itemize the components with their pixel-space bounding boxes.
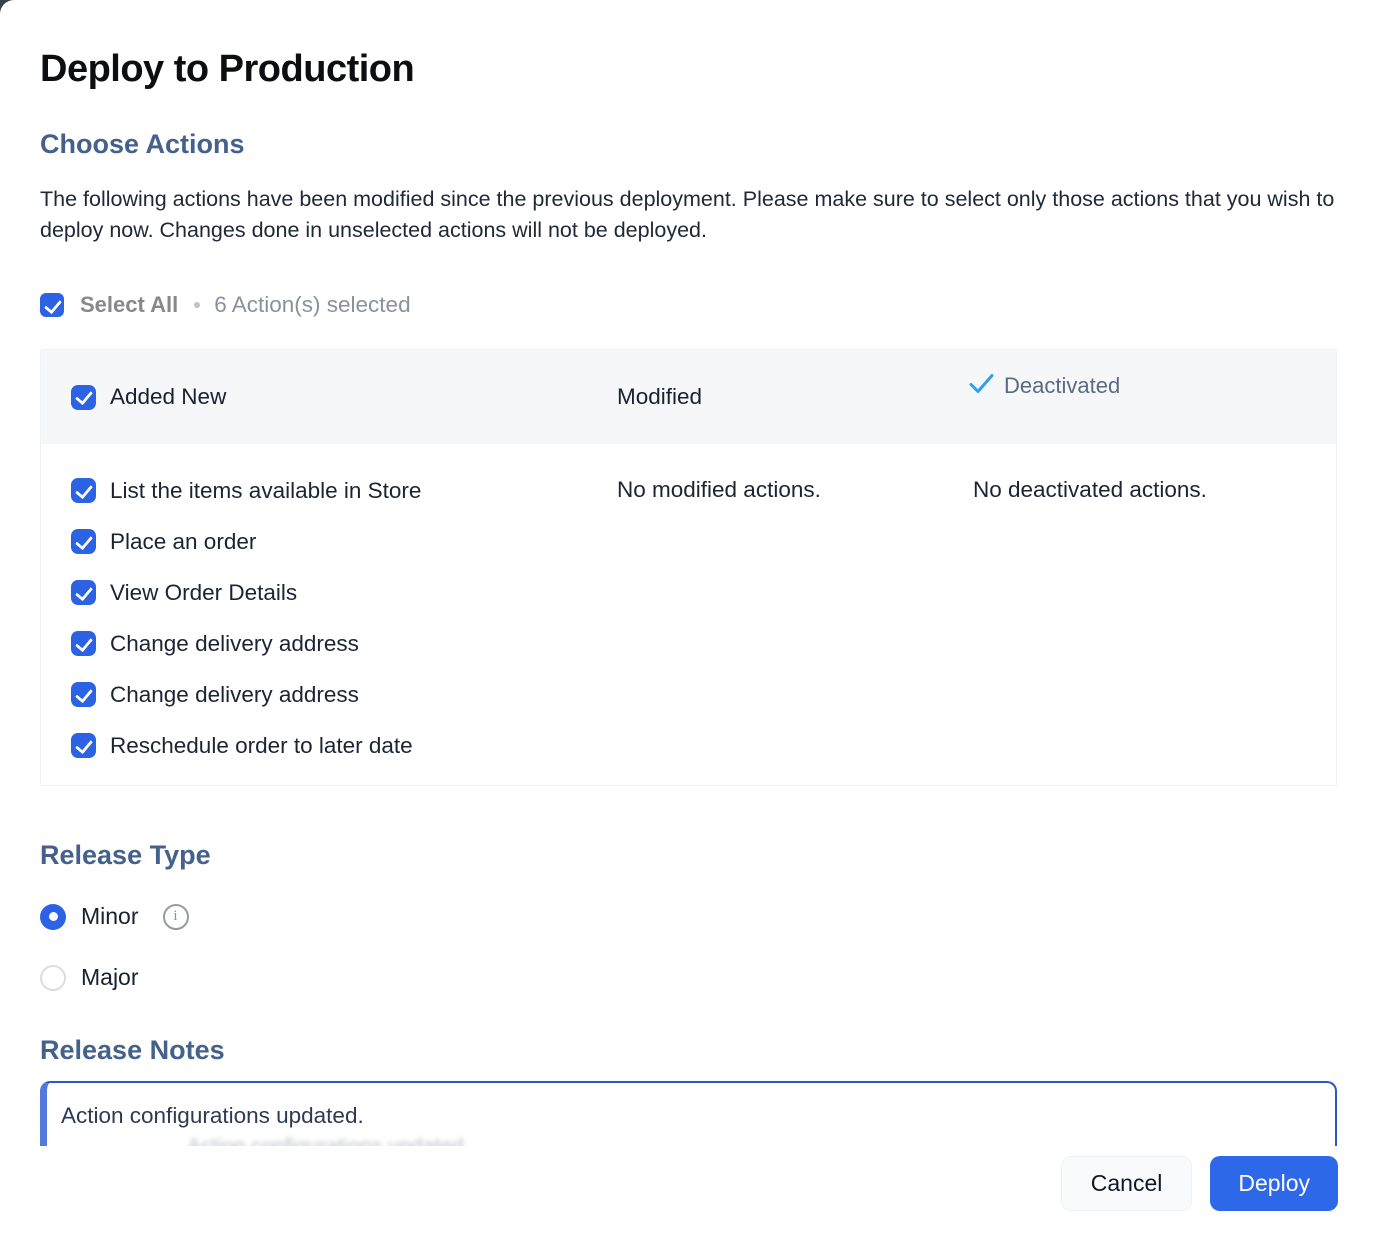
choose-actions-description: The following actions have been modified… <box>40 184 1337 246</box>
dialog-content: Deploy to Production Choose Actions The … <box>0 0 1376 1153</box>
action-label: View Order Details <box>110 580 297 606</box>
release-type-option-minor: Minor <box>40 903 1337 930</box>
action-label: Change delivery address <box>110 682 359 708</box>
deploy-dialog: Deploy to Production Choose Actions The … <box>0 0 1376 1254</box>
added-new-checkbox[interactable] <box>71 385 96 410</box>
added-new-header-label: Added New <box>110 384 226 410</box>
release-notes-textarea[interactable]: Action configurations updated. Action co… <box>40 1081 1337 1153</box>
minor-radio[interactable] <box>40 904 66 930</box>
action-checkbox[interactable] <box>71 529 96 554</box>
info-icon[interactable] <box>163 904 189 930</box>
deactivated-header-cell: Deactivated <box>967 371 1336 401</box>
action-checkbox[interactable] <box>71 682 96 707</box>
major-radio[interactable] <box>40 965 66 991</box>
release-notes-value: Action configurations updated. <box>47 1083 1335 1129</box>
action-row: List the items available in Store <box>41 465 617 516</box>
actions-table: Added New Modified Deactivated <box>40 349 1337 786</box>
dialog-title: Deploy to Production <box>40 46 1337 92</box>
action-checkbox[interactable] <box>71 631 96 656</box>
release-notes-heading: Release Notes <box>40 1034 1337 1066</box>
added-new-actions-list: List the items available in Store Place … <box>41 465 617 771</box>
dialog-footer: Cancel Deploy <box>0 1146 1376 1254</box>
added-new-header-cell: Added New <box>41 384 617 410</box>
actions-table-header: Added New Modified Deactivated <box>41 350 1336 444</box>
dot-separator-icon <box>194 302 200 308</box>
action-checkbox[interactable] <box>71 733 96 758</box>
major-radio-label: Major <box>81 964 139 991</box>
action-row: Place an order <box>41 516 617 567</box>
action-label: Place an order <box>110 529 256 555</box>
select-all-checkbox[interactable] <box>40 293 64 317</box>
deactivated-header-label: Deactivated <box>1004 373 1120 399</box>
action-checkbox[interactable] <box>71 478 96 503</box>
release-type-option-major: Major <box>40 964 1337 991</box>
select-all-row: Select All 6 Action(s) selected <box>40 292 1337 318</box>
modified-header-cell: Modified <box>617 384 967 410</box>
action-label: List the items available in Store <box>110 478 421 504</box>
deactivated-empty-text: No deactivated actions. <box>967 465 1336 771</box>
choose-actions-heading: Choose Actions <box>40 128 1337 160</box>
action-checkbox[interactable] <box>71 580 96 605</box>
deactivated-check-icon <box>967 371 996 401</box>
release-type-heading: Release Type <box>40 839 1337 871</box>
action-row: View Order Details <box>41 567 617 618</box>
deploy-button[interactable]: Deploy <box>1210 1156 1338 1211</box>
action-label: Reschedule order to later date <box>110 733 413 759</box>
select-all-label: Select All <box>80 292 178 318</box>
action-row: Change delivery address <box>41 618 617 669</box>
minor-radio-label: Minor <box>81 903 139 930</box>
actions-table-body: List the items available in Store Place … <box>41 444 1336 785</box>
modified-header-label: Modified <box>617 384 702 410</box>
action-row: Reschedule order to later date <box>41 720 617 771</box>
selected-count-text: 6 Action(s) selected <box>214 292 410 318</box>
action-label: Change delivery address <box>110 631 359 657</box>
action-row: Change delivery address <box>41 669 617 720</box>
cancel-button[interactable]: Cancel <box>1061 1156 1193 1211</box>
modified-empty-text: No modified actions. <box>617 465 967 771</box>
